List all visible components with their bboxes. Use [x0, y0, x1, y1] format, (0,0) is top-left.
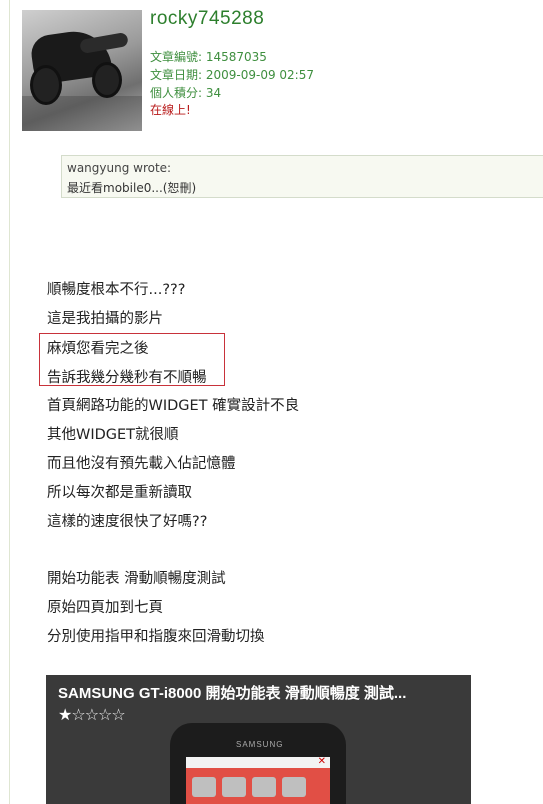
online-status: 在線上! [150, 103, 191, 117]
scooter-front-wheel [30, 65, 62, 105]
user-points: 個人積分: 34 [150, 84, 221, 101]
app-icon [252, 777, 276, 797]
body-line: 而且他沒有預先載入佔記憶體 [47, 456, 236, 472]
star-icon[interactable]: ★ [58, 705, 72, 724]
body-line: 順暢度根本不行...??? [47, 282, 186, 298]
video-rating[interactable]: ★☆☆☆☆ [58, 705, 126, 724]
app-icon [282, 777, 306, 797]
app-icon [192, 777, 216, 797]
article-date: 文章日期: 2009-09-09 02:57 [150, 66, 314, 83]
star-empty-icon[interactable]: ☆ [71, 705, 85, 724]
phone-screen-bar: ✕ [186, 756, 330, 768]
user-points-value: 34 [205, 86, 222, 100]
body-line: 分別使用指甲和指腹來回滑動切換 [47, 629, 265, 645]
user-points-label: 個人積分: [150, 86, 206, 100]
body-line: 開始功能表 滑動順暢度測試 [47, 571, 226, 587]
body-line: 所以每次都是重新讀取 [47, 485, 192, 501]
username-link[interactable]: rocky745288 [150, 8, 264, 30]
quote-author: wangyung wrote: [67, 161, 172, 175]
star-empty-icon[interactable]: ☆ [111, 705, 125, 724]
article-date-value: 2009-09-09 02:57 [205, 68, 314, 82]
body-line: 這是我拍攝的影片 [47, 311, 163, 327]
left-divider [9, 0, 10, 804]
video-thumbnail-phone: SAMSUNG ✕ [170, 723, 346, 804]
phone-brand: SAMSUNG [236, 740, 284, 749]
user-avatar[interactable] [22, 10, 142, 131]
star-empty-icon[interactable]: ☆ [98, 705, 112, 724]
body-line: 其他WIDGET就很順 [47, 427, 179, 443]
body-line: 首頁網路功能的WIDGET 確實設計不良 [47, 398, 300, 414]
video-title[interactable]: SAMSUNG GT-i8000 開始功能表 滑動順暢度 測試... [58, 682, 406, 703]
scooter-rear-wheel [92, 62, 122, 98]
star-empty-icon[interactable]: ☆ [85, 705, 99, 724]
article-number-value: 14587035 [205, 50, 267, 64]
quote-block: wangyung wrote: 最近看mobile0...(恕刪) [61, 155, 543, 198]
app-icon [222, 777, 246, 797]
article-number-label: 文章編號: [150, 50, 206, 64]
phone-app-icons [192, 777, 312, 800]
embedded-video-player[interactable]: SAMSUNG GT-i8000 開始功能表 滑動順暢度 測試... ★☆☆☆☆… [46, 675, 471, 804]
body-line: 這樣的速度很快了好嗎?? [47, 514, 208, 530]
article-date-label: 文章日期: [150, 68, 206, 82]
close-icon: ✕ [317, 756, 326, 767]
phone-screen: ✕ [186, 756, 330, 804]
quote-text: 最近看mobile0...(恕刪) [67, 181, 197, 195]
highlight-box [39, 333, 225, 386]
article-number: 文章編號: 14587035 [150, 48, 267, 65]
body-line: 原始四頁加到七頁 [47, 600, 163, 616]
